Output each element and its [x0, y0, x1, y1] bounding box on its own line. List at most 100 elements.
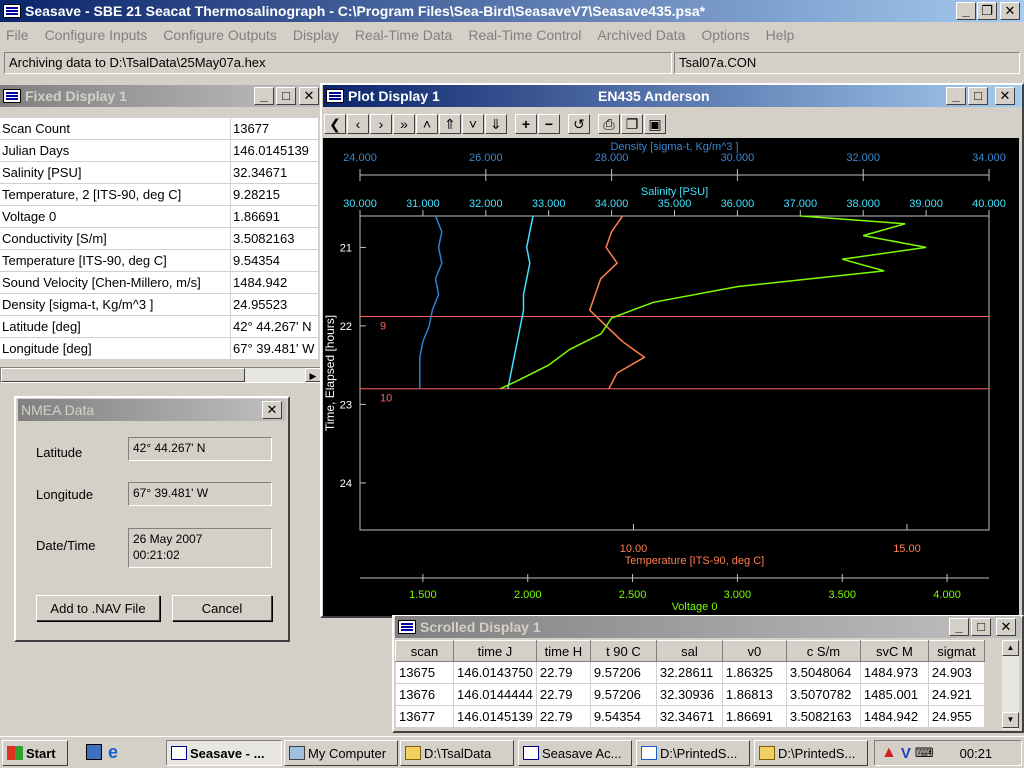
menu-real-time-control[interactable]: Real-Time Control — [460, 27, 589, 43]
menu-options[interactable]: Options — [693, 27, 757, 43]
nmea-close-button[interactable]: ✕ — [262, 401, 282, 419]
column-header[interactable]: time J — [453, 640, 537, 662]
scroll-down-arrow-icon[interactable]: ▼ — [1002, 712, 1019, 728]
start-button[interactable]: Start — [2, 740, 68, 766]
scrolled-minimize-button[interactable]: _ — [949, 618, 969, 636]
fixed-display-value: 42° 44.267' N — [231, 316, 318, 337]
fixed-display-value: 1.86691 — [231, 206, 318, 227]
scroll-down-fast-icon[interactable]: ⇓ — [485, 114, 507, 134]
nmea-datetime-field: 26 May 2007 00:21:02 — [128, 528, 272, 568]
quicklaunch-ie-icon[interactable]: e — [108, 742, 118, 763]
close-button[interactable]: ✕ — [1000, 2, 1020, 20]
fixed-display-close-button[interactable]: ✕ — [299, 87, 319, 105]
scroll-left-fast-icon[interactable]: ❮ — [324, 114, 346, 134]
menu-archived-data[interactable]: Archived Data — [589, 27, 693, 43]
scroll-right-fast-icon[interactable]: » — [393, 114, 415, 134]
fixed-display-label: Sound Velocity [Chen-Millero, m/s] — [0, 272, 230, 293]
task-seasave-ac[interactable]: Seasave Ac... — [518, 740, 632, 766]
menu-display[interactable]: Display — [285, 27, 347, 43]
zoom-in-icon[interactable]: + — [515, 114, 537, 134]
scroll-down-icon[interactable]: ˅ — [462, 114, 484, 134]
task-printed-2-label: D:\PrintedS... — [778, 745, 856, 761]
main-title-bar: Seasave - SBE 21 Seacat Thermosalinograp… — [0, 0, 1024, 22]
scroll-up-fast-icon[interactable]: ⇑ — [439, 114, 461, 134]
table-cell: 13675 — [395, 661, 454, 684]
top-axis-tick-label: 33.000 — [532, 198, 566, 210]
top-axis-label: Salinity [PSU] — [641, 186, 708, 198]
scroll-left-icon[interactable]: ‹ — [347, 114, 369, 134]
column-header[interactable]: svC M — [859, 640, 929, 662]
bottom-axis-tick-label: 10.00 — [620, 543, 648, 555]
task-printed-2[interactable]: D:\PrintedS... — [754, 740, 868, 766]
cancel-button[interactable]: Cancel — [172, 595, 272, 621]
tray-antivirus-icon[interactable]: V — [901, 745, 911, 762]
menu-file[interactable]: File — [0, 27, 37, 43]
reset-icon[interactable]: ↺ — [568, 114, 590, 134]
scroll-up-arrow-icon[interactable]: ▲ — [1002, 640, 1019, 656]
computer-icon — [289, 746, 305, 760]
column-header[interactable]: sigmat — [927, 640, 985, 662]
plot-display-icon — [326, 89, 344, 103]
scroll-right-arrow-icon[interactable]: ▶ — [305, 368, 321, 382]
scrolled-vscrollbar[interactable]: ▲ ▼ — [1002, 640, 1019, 730]
save-icon[interactable]: ▣ — [644, 114, 666, 134]
nmea-date-value: 26 May 2007 — [133, 532, 203, 546]
scroll-right-icon[interactable]: › — [370, 114, 392, 134]
column-header[interactable]: sal — [655, 640, 723, 662]
zoom-out-icon[interactable]: − — [538, 114, 560, 134]
scrolled-close-button[interactable]: ✕ — [996, 618, 1016, 636]
fixed-display-label: Temperature [ITS-90, deg C] — [0, 250, 230, 271]
fixed-display-label: Latitude [deg] — [0, 316, 230, 337]
quicklaunch-desktop-icon[interactable] — [86, 744, 102, 760]
task-seasave-label: Seasave - ... — [190, 745, 265, 761]
table-cell: 146.0145139 — [453, 705, 537, 728]
menu-real-time-data[interactable]: Real-Time Data — [347, 27, 461, 43]
plot-close-button[interactable]: ✕ — [995, 87, 1015, 105]
plot-maximize-button[interactable]: □ — [968, 87, 988, 105]
menu-configure-inputs[interactable]: Configure Inputs — [37, 27, 156, 43]
add-to-nav-file-button[interactable]: Add to .NAV File — [36, 595, 160, 621]
column-header[interactable]: t 90 C — [589, 640, 657, 662]
fixed-display-row: Density [sigma-t, Kg/m^3 ] 24.95523 — [0, 294, 320, 316]
top-axis-tick-label: 35.000 — [658, 198, 692, 210]
nmea-title: NMEA Data — [21, 402, 95, 418]
plot-area: Density [sigma-t, Kg/m^3 ] 24.000 26.000 28… — [323, 138, 1019, 616]
fixed-display-maximize-button[interactable]: □ — [276, 87, 296, 105]
bottom-axis-tick-label: 3.500 — [828, 589, 856, 601]
task-printed-1[interactable]: D:\PrintedS... — [636, 740, 750, 766]
task-printed-1-label: D:\PrintedS... — [660, 745, 738, 761]
task-my-computer[interactable]: My Computer — [284, 740, 398, 766]
scroll-thumb[interactable] — [1, 368, 245, 382]
table-cell: 1484.942 — [859, 705, 929, 728]
menu-help[interactable]: Help — [758, 27, 803, 43]
tray-network-icon[interactable]: ⌨ — [915, 745, 934, 761]
column-header[interactable]: time H — [535, 640, 591, 662]
fixed-display-value: 146.0145139 — [231, 140, 318, 161]
seasave-ac-icon — [523, 746, 539, 760]
top-axis-tick-label: 38.000 — [846, 198, 880, 210]
column-header[interactable]: v0 — [721, 640, 787, 662]
copy-icon[interactable]: ❐ — [621, 114, 643, 134]
table-row: 13675 146.0143750 22.79 9.57206 32.28611 1.86… — [395, 661, 985, 684]
task-seasave-ac-label: Seasave Ac... — [542, 745, 622, 761]
y-axis-tick-label: 24 — [340, 478, 352, 490]
plot-minimize-button[interactable]: _ — [946, 87, 966, 105]
top-axis-tick-label: 32.000 — [846, 152, 880, 164]
scrolled-maximize-button[interactable]: □ — [971, 618, 991, 636]
task-seasave[interactable]: Seasave - ... — [166, 740, 282, 766]
print-icon[interactable]: ⎙ — [598, 114, 620, 134]
column-header[interactable]: c S/m — [785, 640, 861, 662]
top-axis-tick-label: 30.000 — [721, 152, 755, 164]
scroll-up-icon[interactable]: ˄ — [416, 114, 438, 134]
fixed-display-minimize-button[interactable]: _ — [254, 87, 274, 105]
tray-app-icon[interactable]: ▲ — [881, 744, 897, 762]
fixed-display-scrollbar[interactable]: ▶ — [0, 367, 322, 383]
minimize-button[interactable]: _ — [956, 2, 976, 20]
top-axis-tick-label: 40.000 — [972, 198, 1006, 210]
restore-button[interactable]: ❐ — [977, 2, 997, 20]
task-tsaldata[interactable]: D:\TsalData — [400, 740, 514, 766]
column-header[interactable]: scan — [395, 640, 454, 662]
archive-status: Archiving data to D:\TsalData\25May07a.h… — [4, 52, 672, 74]
folder-icon — [405, 746, 421, 760]
menu-configure-outputs[interactable]: Configure Outputs — [155, 27, 285, 43]
